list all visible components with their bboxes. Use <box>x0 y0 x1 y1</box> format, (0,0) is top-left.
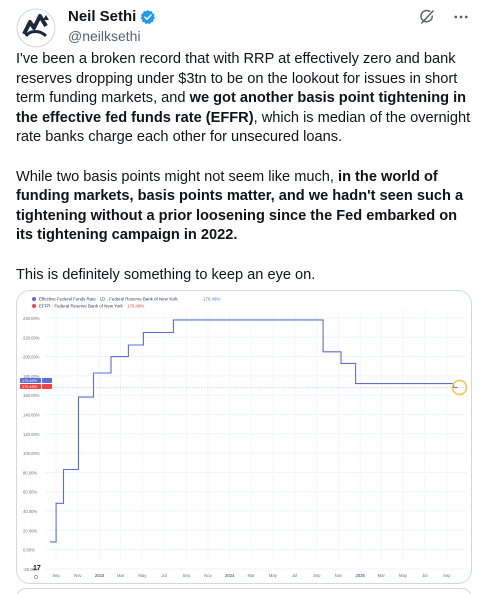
grok-icon[interactable] <box>418 8 436 26</box>
p2-part-a: While two basis points might not seem li… <box>16 168 339 185</box>
price-badge-tag <box>42 383 52 389</box>
price-badge-tag <box>42 377 52 383</box>
chart-title: Effective Federal Funds Rate · 1D · Fede… <box>39 297 178 302</box>
x-tick-label: Sep <box>313 573 321 578</box>
y-tick-label: 100.00% <box>23 451 40 456</box>
y-tick-label: 40.00% <box>23 509 37 514</box>
x-tick-label: Jul <box>292 573 297 578</box>
tweet-header: Neil Sethi @neilksethi <box>16 6 474 48</box>
x-tick-label: Mar <box>117 573 125 578</box>
paragraph-2: While two basis points might not seem li… <box>16 168 474 246</box>
chart-image[interactable]: 240.00% 220.00% 200.00% 180.00% 160.00% 140.0… <box>16 290 472 584</box>
x-tick-label: 2025 <box>356 573 366 578</box>
tradingview-logo: 17 <box>33 565 41 572</box>
more-icon[interactable] <box>452 8 470 26</box>
y-tick-label: 220.00% <box>23 335 40 340</box>
x-tick-label: Nov <box>335 573 343 578</box>
paragraph-3: This is definitely something to keep an … <box>16 266 474 286</box>
x-tick-label: Nov <box>74 573 82 578</box>
tweet: Neil Sethi @neilksethi I've been a broke… <box>0 0 486 594</box>
price-badge-value: 170.49% <box>22 385 38 389</box>
x-tick-label: Nov <box>204 573 212 578</box>
x-tick-label: 2024 <box>225 573 235 578</box>
effr-chart: 240.00%220.00%200.00%180.00%160.00%140.0… <box>20 297 468 579</box>
avatar[interactable] <box>16 8 56 48</box>
author-display-name[interactable]: Neil Sethi <box>68 8 136 25</box>
tweet-text: I've been a broken record that with RRP … <box>16 50 474 305</box>
y-tick-label: 240.00% <box>23 316 40 321</box>
verified-badge-icon <box>140 9 156 25</box>
legend-dot-title <box>32 297 36 301</box>
legend-value: 170.49% <box>127 304 144 309</box>
author-handle[interactable]: @neilksethi <box>68 28 156 44</box>
header-actions <box>418 8 470 26</box>
x-tick-label: Mar <box>247 573 255 578</box>
x-tick-label: Jul <box>161 573 166 578</box>
y-tick-label: 160.00% <box>23 393 40 398</box>
price-badge-value: 170.49% <box>22 379 38 383</box>
x-tick-label: Sep <box>52 573 60 578</box>
author-block: Neil Sethi @neilksethi <box>68 8 156 44</box>
effr-series-line <box>50 319 458 543</box>
x-tick-label: May <box>399 573 408 578</box>
x-tick-label: May <box>138 573 147 578</box>
chart-title-value: 170.49% <box>203 297 220 302</box>
x-tick-label: Sep <box>182 573 190 578</box>
y-tick-label: 60.00% <box>23 490 37 495</box>
y-tick-label: 20.00% <box>23 528 37 533</box>
next-card-edge <box>16 588 472 594</box>
paragraph-1: I've been a broken record that with RRP … <box>16 50 474 148</box>
x-tick-label: May <box>269 573 278 578</box>
y-tick-label: 80.00% <box>23 470 37 475</box>
x-tick-label: Jul <box>422 573 427 578</box>
y-tick-label: 140.00% <box>23 413 40 418</box>
settings-icon <box>34 575 38 579</box>
x-tick-label: Mar <box>378 573 386 578</box>
y-tick-label: 0.00% <box>23 548 35 553</box>
legend-dot-series <box>32 304 36 308</box>
y-tick-label: 120.00% <box>23 432 40 437</box>
logo-avatar-icon <box>16 8 56 48</box>
legend-label: EFFR · Federal Reserve Bank of New York <box>39 304 124 309</box>
x-tick-label: Sep <box>443 573 451 578</box>
p3-text: This is definitely something to keep an … <box>16 266 316 283</box>
y-tick-label: 200.00% <box>23 355 40 360</box>
x-tick-label: 2023 <box>95 573 105 578</box>
author-name-row: Neil Sethi <box>68 8 156 25</box>
